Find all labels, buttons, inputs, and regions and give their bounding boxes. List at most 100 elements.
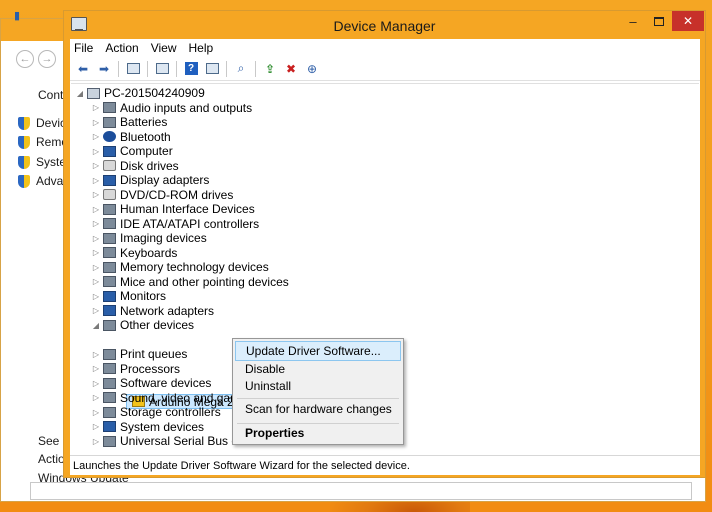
network-icon [103,305,116,317]
expand-arrow-icon[interactable]: ▷ [91,263,101,272]
enable-device-icon: ⊕ [306,61,318,76]
expand-arrow-icon[interactable]: ▷ [91,248,101,257]
toolbar-separator [118,60,119,77]
tree-item-human-interface-devices[interactable]: ▷ Human Interface Devices [91,202,255,217]
expand-arrow-icon[interactable]: ▷ [91,277,101,286]
menubar: File Action View Help [70,39,700,57]
expand-arrow-icon[interactable]: ▷ [91,118,101,127]
scan-hardware-button[interactable]: ⌕ [232,60,250,78]
computer-icon [87,87,100,99]
tree-item-sound-video-and-gam[interactable]: ▷ Sound, video and gam [91,391,240,406]
tree-item-bluetooth[interactable]: ▷ Bluetooth [91,130,171,145]
memory-icon [103,261,116,273]
expand-arrow-icon[interactable]: ▷ [91,408,101,417]
tree-item-storage-controllers[interactable]: ▷ Storage controllers [91,405,221,420]
tree-item-label: Print queues [120,347,188,362]
uninstall-toolbar-button[interactable]: ✖ [282,60,300,78]
menu-view[interactable]: View [151,41,177,55]
menu-help[interactable]: Help [189,41,214,55]
update-driver-toolbar-button[interactable]: ⇪ [261,60,279,78]
tree-item-ide-ata-atapi-controllers[interactable]: ▷ IDE ATA/ATAPI controllers [91,217,259,232]
maximize-button[interactable] [646,11,672,31]
expand-arrow-icon[interactable]: ▷ [91,234,101,243]
tree-item-processors[interactable]: ▷ Processors [91,362,180,377]
processor-icon [103,363,116,375]
enable-device-button[interactable]: ⊕ [303,60,321,78]
expand-arrow-icon[interactable]: ▷ [91,292,101,301]
expand-arrow-icon[interactable]: ▷ [91,205,101,214]
expand-arrow-icon[interactable]: ▷ [91,190,101,199]
help-toolbar-button[interactable]: ? [182,60,200,78]
tree-item-universal-serial-bus-co[interactable]: ▷ Universal Serial Bus co [91,434,244,449]
properties-icon [155,63,169,74]
tree-item-audio-inputs-and-outputs[interactable]: ▷ Audio inputs and outputs [91,101,252,116]
tree-item-label: Keyboards [120,245,178,260]
menu-action[interactable]: Action [105,41,138,55]
collapse-arrow-icon[interactable]: ◢ [91,321,101,330]
titlebar[interactable]: Device Manager – ✕ [64,11,705,39]
show-hide-console-tree-button[interactable] [124,60,142,78]
tree-item-network-adapters[interactable]: ▷ Network adapters [91,304,214,319]
tree-item-monitors[interactable]: ▷ Monitors [91,289,166,304]
tree-item-keyboards[interactable]: ▷ Keyboards [91,246,177,261]
ctx-uninstall[interactable]: Uninstall [235,376,401,396]
tree-item-batteries[interactable]: ▷ Batteries [91,115,167,130]
tree-item-display-adapters[interactable]: ▷ Display adapters [91,173,209,188]
tree-item-dvd-cd-rom-drives[interactable]: ▷ DVD/CD-ROM drives [91,188,233,203]
tree-item-label: System devices [120,419,205,434]
action-pane-button[interactable] [203,60,221,78]
tree-item-software-devices[interactable]: ▷ Software devices [91,376,211,391]
scan-hardware-icon: ⌕ [237,61,245,75]
tree-item-computer[interactable]: ▷ Computer [91,144,173,159]
tree-item-system-devices[interactable]: ▷ System devices [91,420,204,435]
properties-toolbar-button[interactable] [153,60,171,78]
tree-item-imaging-devices[interactable]: ▷ Imaging devices [91,231,207,246]
update-driver-icon: ⇪ [264,61,276,76]
close-button[interactable]: ✕ [672,11,704,31]
tree-item-label: Batteries [120,115,168,130]
tree-item-memory-technology-devices[interactable]: ▷ Memory technology devices [91,260,269,275]
tree-item-label: Monitors [120,289,167,304]
dvd-drive-icon [103,189,116,201]
tree-item-other-devices[interactable]: ◢ Other devices [91,318,194,333]
toolbar: ⬅ ➡ ? ⌕ ⇪ ✖ ⊕ [70,57,700,81]
ctx-properties[interactable]: Properties [235,423,401,443]
menu-file[interactable]: File [74,41,93,55]
back-button[interactable]: ⬅ [74,60,92,78]
tree-item-print-queues[interactable]: ▷ Print queues [91,347,187,362]
console-tree-icon [126,63,140,74]
collapse-arrow-icon[interactable]: ◢ [75,89,85,98]
expand-arrow-icon[interactable]: ▷ [91,219,101,228]
back-arrow-icon[interactable]: ← [16,50,34,68]
expand-arrow-icon[interactable]: ▷ [91,103,101,112]
expand-arrow-icon[interactable]: ▷ [91,437,101,446]
bg-link-remote[interactable]: Remo [18,135,68,149]
ctx-scan-hardware[interactable]: Scan for hardware changes [235,399,401,419]
forward-arrow-icon[interactable]: → [38,50,56,68]
background-nav: ← → [16,50,56,68]
shield-icon [18,116,30,130]
expand-arrow-icon[interactable]: ▷ [91,161,101,170]
tree-item-disk-drives[interactable]: ▷ Disk drives [91,159,179,174]
expand-arrow-icon[interactable]: ▷ [91,306,101,315]
expand-arrow-icon[interactable]: ▷ [91,350,101,359]
camera-icon [103,232,116,244]
expand-arrow-icon[interactable]: ▷ [91,147,101,156]
expand-arrow-icon[interactable]: ▷ [91,422,101,431]
forward-button[interactable]: ➡ [95,60,113,78]
tree-item-mice-and-other-pointing-devices[interactable]: ▷ Mice and other pointing devices [91,275,289,290]
printer-icon [103,348,116,360]
tree-item-label: Sound, video and gam [120,390,241,405]
ctx-update-driver-software[interactable]: Update Driver Software... [235,341,401,361]
expand-arrow-icon[interactable]: ▷ [91,132,101,141]
expand-arrow-icon[interactable]: ▷ [91,379,101,388]
expand-arrow-icon[interactable]: ▷ [91,364,101,373]
tree-item-label: Mice and other pointing devices [120,274,289,289]
context-menu: Update Driver Software... Disable Uninst… [232,338,404,445]
minimize-button[interactable]: – [620,11,646,31]
expand-arrow-icon[interactable]: ▷ [91,176,101,185]
tree-root[interactable]: ◢ PC-201504240909 [75,86,205,101]
tree-item-label: Memory technology devices [120,260,269,275]
expand-arrow-icon[interactable]: ▷ [91,393,101,402]
other-devices-icon [103,319,116,331]
